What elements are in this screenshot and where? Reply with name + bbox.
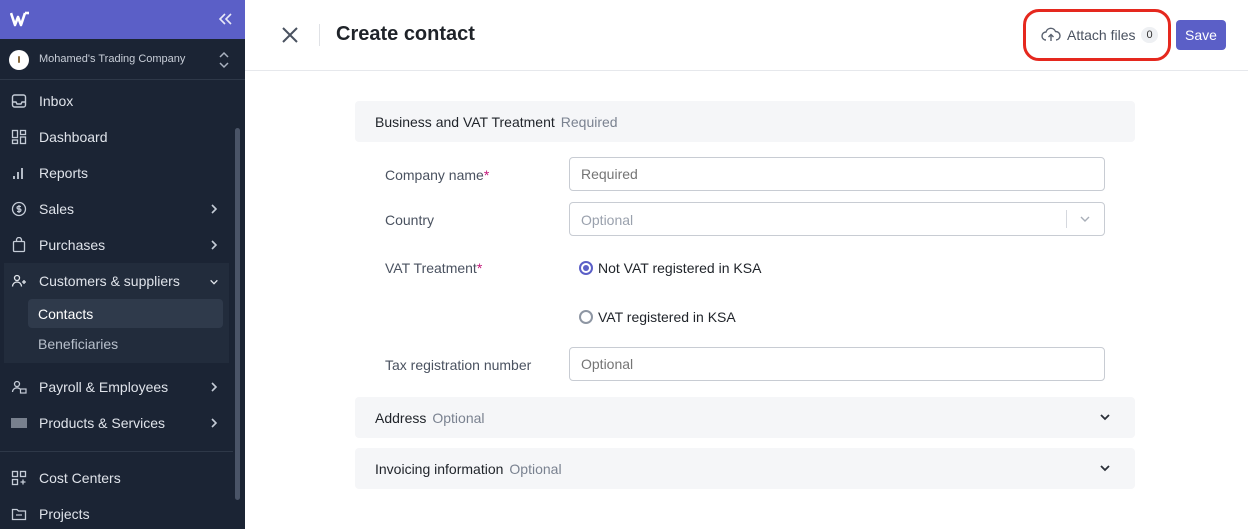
highlight-annotation [1023, 9, 1171, 61]
sidebar-item-payroll[interactable]: Payroll & Employees [0, 369, 233, 405]
required-mark: * [476, 260, 483, 276]
country-placeholder: Optional [581, 212, 634, 228]
folder-icon [11, 508, 27, 521]
section-invoicing[interactable]: Invoicing information Optional [355, 448, 1135, 489]
company-switcher[interactable]: Mohamed's Trading Company [0, 40, 245, 80]
sidebar-item-label: Projects [39, 506, 90, 522]
country-select[interactable]: Optional [569, 202, 1105, 236]
chevron-right-icon [211, 382, 218, 392]
section-title: Address Optional [375, 410, 485, 426]
sidebar-item-label: Customers & suppliers [39, 273, 180, 289]
company-avatar [9, 50, 29, 70]
radio-selected-icon [579, 261, 593, 275]
required-mark: * [483, 167, 490, 183]
sidebar-scrollbar[interactable] [235, 128, 240, 500]
close-icon[interactable] [281, 26, 299, 44]
customers-submenu: Contacts Beneficiaries [4, 299, 229, 363]
section-title-text: Business and VAT Treatment [375, 114, 555, 130]
sidebar-nav: Inbox Dashboard Reports Sales Purchases … [0, 83, 233, 529]
cost-centers-icon [11, 470, 27, 486]
page-header: Create contact Attach files 0 Save [245, 0, 1248, 71]
sidebar-item-dashboard[interactable]: Dashboard [0, 119, 233, 155]
label-text: Company name [385, 167, 484, 183]
sidebar-item-purchases[interactable]: Purchases [0, 227, 233, 263]
wafeq-logo-icon[interactable] [10, 11, 30, 27]
chevron-down-icon [1100, 465, 1110, 472]
vat-option-registered[interactable]: VAT registered in KSA [579, 309, 736, 325]
sidebar-item-label: Sales [39, 201, 75, 217]
radio-label: VAT registered in KSA [598, 309, 736, 325]
sidebar: Mohamed's Trading Company Inbox Dashboar… [0, 0, 245, 529]
section-address[interactable]: Address Optional [355, 397, 1135, 438]
shopping-bag-icon [12, 237, 26, 253]
page-title: Create contact [336, 23, 475, 45]
sidebar-item-label: Inbox [39, 93, 74, 109]
sidebar-item-label: Purchases [39, 237, 106, 253]
sidebar-item-reports[interactable]: Reports [0, 155, 233, 191]
section-tag: Optional [432, 410, 485, 426]
sidebar-item-label: Payroll & Employees [39, 379, 169, 395]
radio-label: Not VAT registered in KSA [598, 260, 762, 276]
sidebar-item-projects[interactable]: Projects [0, 496, 233, 529]
sidebar-item-label: Dashboard [39, 129, 108, 145]
save-button[interactable]: Save [1176, 20, 1226, 50]
inbox-icon [11, 94, 27, 108]
users-icon [11, 274, 26, 287]
section-title-text: Invoicing information [375, 461, 504, 477]
company-name-label: Company name* [385, 167, 489, 183]
vat-option-not-registered[interactable]: Not VAT registered in KSA [579, 260, 761, 276]
sidebar-item-inbox[interactable]: Inbox [0, 83, 233, 119]
section-title: Business and VAT Treatment Required [375, 114, 618, 130]
company-name: Mohamed's Trading Company [39, 53, 186, 65]
chevron-down-icon [1100, 414, 1110, 421]
collapse-sidebar-icon[interactable] [217, 11, 233, 27]
tax-number-label: Tax registration number [385, 357, 532, 373]
sidebar-subitem-contacts[interactable]: Contacts [28, 299, 223, 328]
sidebar-item-products[interactable]: Products & Services [0, 405, 233, 441]
section-title: Invoicing information Optional [375, 461, 562, 477]
chevron-right-icon [211, 204, 218, 214]
chevron-down-icon [210, 279, 218, 285]
company-name-input[interactable] [569, 157, 1105, 191]
sidebar-item-label: Products & Services [39, 415, 166, 431]
sidebar-item-customers-suppliers[interactable]: Customers & suppliers [4, 263, 229, 299]
sidebar-item-sales[interactable]: Sales [0, 191, 233, 227]
sidebar-item-label: Cost Centers [39, 470, 121, 486]
radio-unselected-icon [579, 310, 593, 324]
sidebar-item-cost-centers[interactable]: Cost Centers [0, 460, 233, 496]
tax-number-input[interactable] [569, 347, 1105, 381]
chevron-right-icon [211, 418, 218, 428]
payroll-icon [11, 380, 27, 394]
vat-treatment-label: VAT Treatment* [385, 260, 482, 276]
chevron-right-icon [211, 240, 218, 250]
country-label: Country [385, 212, 435, 228]
sidebar-subitem-beneficiaries[interactable]: Beneficiaries [28, 329, 223, 358]
bar-chart-icon [13, 168, 23, 179]
select-divider [1066, 210, 1067, 228]
chevron-down-icon [1080, 216, 1090, 222]
dollar-circle-icon [11, 201, 27, 217]
chevron-up-down-icon [219, 51, 229, 69]
sidebar-subitem-label: Beneficiaries [38, 336, 119, 352]
dashboard-icon [11, 129, 27, 145]
sidebar-subitem-label: Contacts [38, 306, 94, 322]
section-tag: Optional [509, 461, 562, 477]
section-business-vat: Business and VAT Treatment Required [355, 101, 1135, 142]
section-title-text: Address [375, 410, 427, 426]
label-text: VAT Treatment [385, 260, 477, 276]
section-tag: Required [560, 114, 618, 130]
sidebar-item-label: Reports [39, 165, 89, 181]
sidebar-header [0, 0, 245, 39]
header-divider [319, 24, 320, 46]
barcode-icon [11, 418, 27, 428]
sidebar-divider [0, 451, 233, 452]
